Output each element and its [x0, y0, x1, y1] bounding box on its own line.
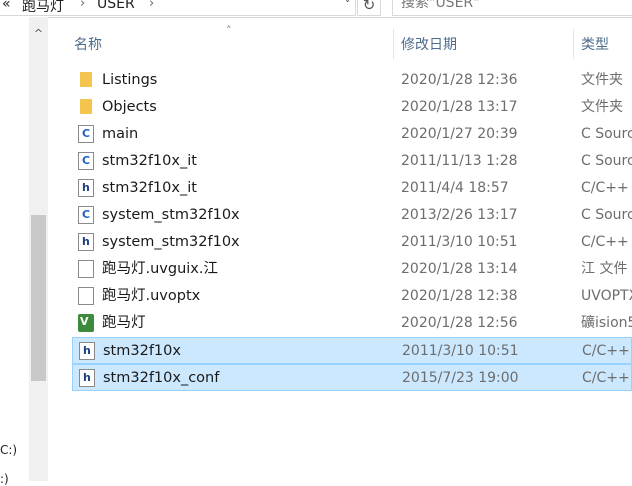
file-modified-date: 2011/3/10 10:51	[402, 343, 519, 359]
file-name: 跑马灯	[102, 315, 146, 331]
sort-arrow-icon: ˄	[226, 24, 232, 37]
chevron-right-icon[interactable]: ›	[80, 0, 85, 11]
file-modified-date: 2011/11/13 1:28	[401, 153, 518, 169]
nav-scrollbar[interactable]: ^	[29, 17, 48, 481]
file-type: C Source	[581, 126, 632, 142]
file-name: Listings	[102, 72, 158, 88]
breadcrumb-item-current[interactable]: USER	[97, 0, 135, 12]
h-file-icon: h	[78, 233, 94, 251]
file-modified-date: 2015/7/23 19:00	[402, 370, 519, 386]
file-row[interactable]: h system_stm32f10x 2011/3/10 10:51 C/C++…	[72, 229, 632, 256]
file-modified-date: 2020/1/28 13:17	[401, 99, 518, 115]
file-row[interactable]: C system_stm32f10x 2013/2/26 13:17 C Sou…	[72, 202, 632, 229]
file-row[interactable]: C stm32f10x_it 2011/11/13 1:28 C Source	[72, 148, 632, 175]
file-row[interactable]: h stm32f10x 2011/3/10 10:51 C/C++ H	[72, 337, 632, 364]
file-type: C/C++ H	[581, 234, 632, 250]
column-divider[interactable]	[573, 29, 574, 59]
refresh-button[interactable]: ↻	[357, 0, 381, 16]
blank-file-icon	[78, 287, 94, 305]
file-name: Objects	[102, 99, 157, 115]
chevron-right-icon[interactable]: ›	[149, 0, 154, 11]
file-modified-date: 2020/1/28 12:38	[401, 288, 518, 304]
file-type: 礦ision5	[581, 315, 632, 331]
file-row[interactable]: h stm32f10x_conf 2015/7/23 19:00 C/C++ H	[72, 364, 632, 391]
file-modified-date: 2020/1/28 12:56	[401, 315, 518, 331]
h-file-icon: h	[78, 179, 94, 197]
file-name: main	[102, 126, 139, 142]
search-input[interactable]: 搜索"USER"	[392, 0, 632, 16]
file-row[interactable]: 跑马灯.uvoptx 2020/1/28 12:38 UVOPTX	[72, 283, 632, 310]
file-name: system_stm32f10x	[102, 207, 240, 223]
h-file-icon: h	[79, 342, 95, 360]
file-type: C/C++ H	[582, 343, 632, 359]
blank-file-icon	[78, 260, 94, 278]
nav-drive-label[interactable]: :)	[0, 472, 9, 486]
c-file-icon: C	[78, 125, 94, 143]
file-modified-date: 2013/2/26 13:17	[401, 207, 518, 223]
file-type: UVOPTX	[581, 288, 632, 304]
address-bar[interactable]: « 跑马灯 › USER › ˅	[0, 0, 356, 16]
file-row[interactable]: 跑马灯.uvguix.江 2020/1/28 13:14 江 文件	[72, 256, 632, 283]
breadcrumb-item-parent[interactable]: 跑马灯	[22, 0, 64, 16]
file-list: ˄ 名称 修改日期 类型 Listings 2020/1/28 12:36 文件…	[48, 17, 632, 481]
file-row[interactable]: C main 2020/1/27 20:39 C Source	[72, 121, 632, 148]
folder-icon	[78, 71, 94, 89]
file-type: C Source	[581, 207, 632, 223]
breadcrumb-overflow[interactable]: «	[2, 0, 11, 12]
file-row[interactable]: Objects 2020/1/28 13:17 文件夹	[72, 94, 632, 121]
file-modified-date: 2020/1/28 13:14	[401, 261, 518, 277]
file-modified-date: 2020/1/28 12:36	[401, 72, 518, 88]
file-type: C/C++ H	[582, 370, 632, 386]
file-name: stm32f10x	[103, 343, 181, 359]
file-row[interactable]: h stm32f10x_it 2011/4/4 18:57 C/C++ H	[72, 175, 632, 202]
file-name: stm32f10x_it	[102, 180, 197, 196]
file-type: 文件夹	[581, 72, 623, 88]
folder-icon	[78, 98, 94, 116]
column-header-type[interactable]: 类型	[581, 31, 609, 59]
c-file-icon: C	[78, 152, 94, 170]
nav-drive-label[interactable]: C:)	[0, 443, 17, 457]
file-name: stm32f10x_it	[102, 153, 197, 169]
file-modified-date: 2011/4/4 18:57	[401, 180, 509, 196]
column-header-name[interactable]: 名称	[74, 31, 102, 59]
top-bar: « 跑马灯 › USER › ˅ ↻ 搜索"USER"	[0, 0, 632, 18]
file-row[interactable]: Listings 2020/1/28 12:36 文件夹	[72, 67, 632, 94]
file-type: C/C++ H	[581, 180, 632, 196]
scrollbar-thumb[interactable]	[31, 215, 46, 381]
file-modified-date: 2011/3/10 10:51	[401, 234, 518, 250]
column-divider[interactable]	[393, 29, 394, 59]
file-name: 跑马灯.uvguix.江	[102, 261, 218, 277]
file-name: system_stm32f10x	[102, 234, 240, 250]
uvision-project-icon: V	[78, 314, 94, 332]
file-type: 江 文件	[581, 261, 628, 277]
chevron-up-icon[interactable]: ^	[29, 27, 48, 43]
file-row[interactable]: V 跑马灯 2020/1/28 12:56 礦ision5	[72, 310, 632, 337]
file-modified-date: 2020/1/27 20:39	[401, 126, 518, 142]
h-file-icon: h	[79, 369, 95, 387]
file-name: 跑马灯.uvoptx	[102, 288, 201, 304]
c-file-icon: C	[78, 206, 94, 224]
file-type: C Source	[581, 153, 632, 169]
file-type: 文件夹	[581, 99, 623, 115]
file-name: stm32f10x_conf	[103, 370, 220, 386]
column-header-date[interactable]: 修改日期	[401, 31, 457, 59]
chevron-down-icon[interactable]: ˅	[340, 0, 355, 15]
